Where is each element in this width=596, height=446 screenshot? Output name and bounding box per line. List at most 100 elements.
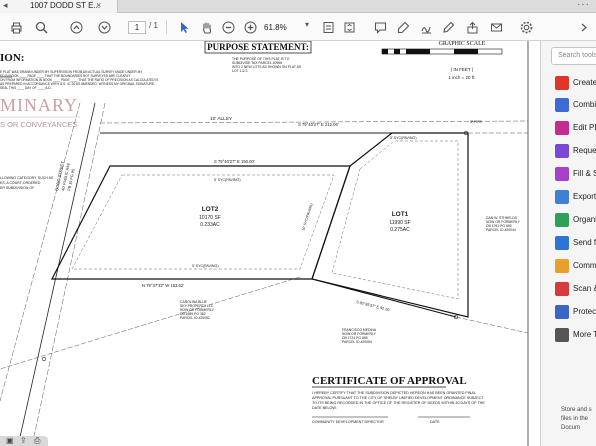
svg-text:DATE: DATE (430, 420, 440, 424)
scroll-mode-icon[interactable] (341, 19, 357, 35)
page-up-icon[interactable] (68, 19, 84, 35)
storage-promo: Store and s files in the Docum (561, 407, 592, 431)
close-tab-icon[interactable]: × (96, 0, 101, 10)
surveyor-certificate: E PLAT WAS DRAWN UNDER MY SUPERVISION FR… (0, 70, 158, 90)
comment-icon (555, 259, 569, 273)
left-header: ION: (0, 52, 24, 64)
svg-text:PARCEL ID #20044: PARCEL ID #20044 (486, 228, 516, 232)
save-icon[interactable]: ▣ (6, 436, 14, 445)
tool-edit-pdf[interactable]: Edit PD (555, 121, 596, 137)
select-cursor-icon[interactable] (176, 19, 192, 35)
survey-plat-drawing: ION: E PLAT WAS DRAWN UNDER MY SUPERVISI… (0, 41, 529, 446)
protect-icon (555, 305, 569, 319)
south-owner-label: CAROLINA BLUE SKY PROPERTY LLC NOW OR FO… (180, 300, 215, 320)
share-icon[interactable] (464, 19, 480, 35)
fill-sign-icon (555, 167, 569, 181)
svg-text:5' SYC(PAVING): 5' SYC(PAVING) (214, 178, 241, 182)
svg-text:N 79°37'33" W 153.62': N 79°37'33" W 153.62' (142, 283, 184, 288)
tools-pane: Search tools Create Combi Edit PD Reques… (540, 41, 596, 446)
export-pdf-icon (555, 190, 569, 204)
tool-fill-sign[interactable]: Fill & S (555, 167, 596, 183)
tool-export-pdf[interactable]: Export (555, 190, 596, 206)
svg-text:COMMUNITY DEVELOPMENT DIRECTOR: COMMUNITY DEVELOPMENT DIRECTOR (312, 420, 384, 424)
svg-text:PURPOSE STATEMENT:: PURPOSE STATEMENT: (207, 42, 309, 52)
create-pdf-icon (555, 76, 569, 90)
toolbar-divider (166, 20, 167, 34)
highlight-pen-icon[interactable] (395, 19, 411, 35)
tab-bar: ◂ 1007 DODD ST E... × ··· (0, 0, 596, 13)
page-number-input[interactable]: 1 (128, 21, 146, 34)
svg-text:1 inch = 20 ft.: 1 inch = 20 ft. (448, 75, 475, 80)
settings-icon[interactable] (518, 19, 534, 35)
page-down-icon[interactable] (96, 19, 112, 35)
combine-files-icon (555, 98, 569, 112)
document-canvas[interactable]: ION: E PLAT WAS DRAWN UNDER MY SUPERVISI… (0, 41, 540, 446)
more-options-icon[interactable]: ··· (577, 0, 590, 10)
graphic-scale: GRAPHIC SCALE ( IN FEET ) 1 inch = 20 ft… (381, 41, 503, 80)
left-notes: LLOWING CATEGORY, SUCH AS ES, A COURT-OR… (0, 176, 54, 190)
alley: 10' ALLEY S 79°40'27" E 212.06' (99, 116, 529, 134)
svg-text:10' SYC(PAVING): 10' SYC(PAVING) (301, 203, 314, 231)
tool-organize-pages[interactable]: Organi (555, 213, 596, 229)
print-icon[interactable]: ⎙ (34, 436, 40, 446)
svg-text:TO ITS BEING RECORDED IN THE O: TO ITS BEING RECORDED IN THE OFFICE OF T… (312, 401, 485, 405)
chevron-down-icon[interactable]: ▾ (305, 20, 309, 29)
more-tools-icon (555, 328, 569, 342)
svg-text:0.275AC: 0.275AC (390, 227, 410, 233)
zoom-out-icon[interactable] (220, 19, 236, 35)
request-signature-icon (555, 144, 569, 158)
tool-scan-ocr[interactable]: Scan & (555, 282, 596, 298)
svg-text:SEAL THIS ____ DAY OF ____ A.D: SEAL THIS ____ DAY OF ____ A.D., (0, 86, 52, 90)
svg-text:APPROVAL PURSUANT TO THE CITY: APPROVAL PURSUANT TO THE CITY OF SHELBY … (312, 396, 484, 400)
search-icon[interactable] (33, 19, 49, 35)
svg-text:( IN FEET ): ( IN FEET ) (451, 67, 474, 72)
purpose-statement: PURPOSE STATEMENT: THE PURPOSE OF THIS P… (204, 41, 312, 73)
fit-page-icon[interactable] (320, 19, 336, 35)
east-owner-label: DAN W. STHHELDS NOW OR FORMERLY DB 1761 … (486, 216, 521, 232)
document-tab[interactable]: ◂ 1007 DODD ST E... × (0, 0, 118, 13)
svg-text:S 79°40'27" E 150.00': S 79°40'27" E 150.00' (214, 159, 255, 164)
tool-comment[interactable]: Comme (555, 259, 596, 275)
share-icon[interactable]: ⇪ (20, 436, 27, 445)
tab-scroll-icon[interactable]: ◂ (3, 0, 8, 11)
tool-combine-files[interactable]: Combi (555, 98, 596, 114)
svg-text:CERTIFICATE OF APPROVAL: CERTIFICATE OF APPROVAL (312, 375, 467, 387)
svg-text:LLOWING CATEGORY, SUCH AS: LLOWING CATEGORY, SUCH AS (0, 176, 54, 180)
svg-text:GRAPHIC SCALE: GRAPHIC SCALE (439, 41, 486, 47)
scan-ocr-icon (555, 282, 569, 296)
edit-pdf-icon (555, 121, 569, 135)
comment-icon[interactable] (372, 19, 388, 35)
print-icon[interactable] (8, 19, 24, 35)
email-icon[interactable] (488, 19, 504, 35)
organize-pages-icon (555, 213, 569, 227)
tool-create-pdf[interactable]: Create (555, 76, 596, 92)
main-toolbar: 1 / 1 61.8% ▾ (0, 13, 596, 41)
bottom-mini-toolbar: ▣ ⇪ ⎙ (0, 436, 48, 446)
svg-text:PARCEL ID #20054: PARCEL ID #20054 (342, 340, 372, 344)
draw-signature-icon[interactable] (418, 19, 434, 35)
svg-text:5' SYC(PAVING): 5' SYC(PAVING) (192, 264, 219, 268)
tab-title: 1007 DODD ST E... (30, 1, 101, 10)
svg-text:PARCEL ID #20052: PARCEL ID #20052 (180, 316, 210, 320)
page-total: / 1 (149, 21, 158, 30)
fill-sign-icon[interactable] (440, 19, 456, 35)
tool-more-tools[interactable]: More T (555, 328, 596, 344)
zoom-level[interactable]: 61.8% (264, 21, 302, 34)
svg-text:0.233AC: 0.233AC (200, 222, 220, 228)
svg-text:ER SUBDIVISION OF: ER SUBDIVISION OF (0, 186, 34, 190)
svg-text:S 82°35'37" E 92.20': S 82°35'37" E 92.20' (356, 300, 391, 312)
expand-pane-icon[interactable] (576, 19, 592, 35)
hand-tool-icon[interactable] (198, 19, 214, 35)
tool-send-for-comments[interactable]: Send fo (555, 236, 596, 252)
svg-text:LOT1: LOT1 (392, 211, 409, 218)
lot-1-parcel: 5' SYC(PAVING) LOT1 11990 SF 0.275AC S 8… (0, 120, 529, 370)
south-owner-2-label: FRANCISCO MEDINA NOW OR FORMERLY DB 1724… (342, 328, 377, 344)
send-for-comments-icon (555, 236, 569, 250)
svg-text:I HEREBY CERTIFY THAT THE SUBD: I HEREBY CERTIFY THAT THE SUBDIVISION DE… (312, 391, 476, 395)
tool-request-signature[interactable]: Reques (555, 144, 596, 160)
tool-protect[interactable]: Protect (555, 305, 596, 321)
svg-text:ES, A COURT-ORDERED: ES, A COURT-ORDERED (0, 181, 41, 185)
search-tools-input[interactable]: Search tools (551, 47, 596, 65)
zoom-in-icon[interactable] (242, 19, 258, 35)
svg-text:LOT2: LOT2 (202, 206, 219, 213)
